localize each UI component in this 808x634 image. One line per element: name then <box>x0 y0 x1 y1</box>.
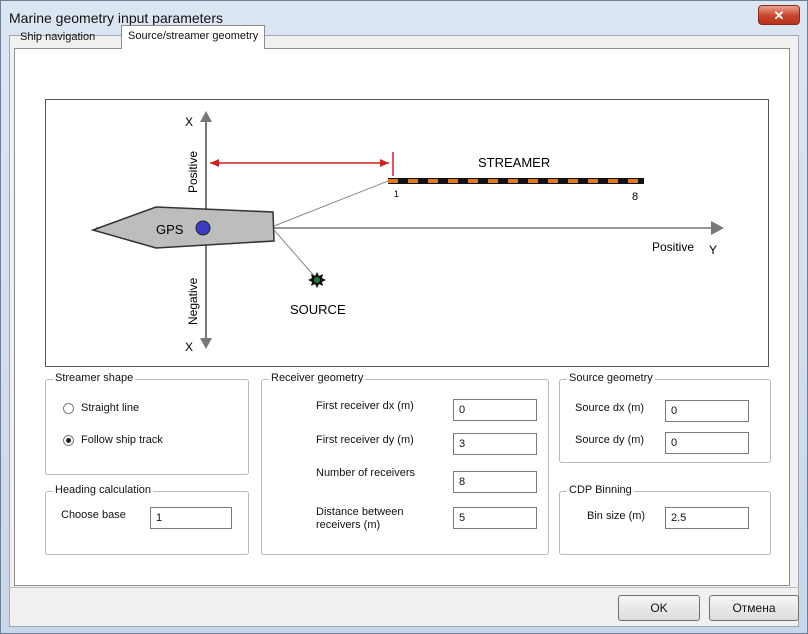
x-axis-up-arrow-icon <box>200 111 212 122</box>
bin-size-label: Bin size (m) <box>587 510 646 522</box>
streamer-first-receiver-label: 1 <box>394 189 399 199</box>
receiver-geometry-legend: Receiver geometry <box>269 372 366 384</box>
streamer-shape-group: Streamer shape <box>45 372 249 475</box>
x-axis-label-top: X <box>185 115 193 129</box>
distance-between-receivers-label: Distance between receivers (m) <box>316 506 404 531</box>
close-button[interactable]: ✕ <box>758 5 800 25</box>
y-positive-label: Positive <box>652 240 694 254</box>
cancel-button[interactable]: Отмена <box>709 595 799 621</box>
streamer-last-receiver-label: 8 <box>632 191 638 203</box>
ship-hull <box>90 206 275 249</box>
offset-right-arrow-icon <box>380 159 389 167</box>
choose-base-label: Choose base <box>61 509 126 521</box>
x-positive-label: Positive <box>186 151 200 193</box>
window-title: Marine geometry input parameters <box>9 10 223 26</box>
first-receiver-dx-label: First receiver dx (m) <box>316 400 414 412</box>
source-dy-label: Source dy (m) <box>575 434 645 446</box>
y-axis-label: Y <box>709 243 717 257</box>
source-dy-input[interactable]: 0 <box>665 432 749 454</box>
choose-base-input[interactable]: 1 <box>150 507 232 529</box>
tab-source-streamer-geometry[interactable]: Source/streamer geometry <box>121 25 266 49</box>
source-dx-label: Source dx (m) <box>575 402 645 414</box>
geometry-diagram: X X Positive Negative Positive Y GPS STR… <box>45 99 769 367</box>
close-icon: ✕ <box>773 8 785 23</box>
ok-button[interactable]: OK <box>618 595 700 621</box>
first-receiver-dy-label: First receiver dy (m) <box>316 434 414 446</box>
x-negative-label: Negative <box>186 277 200 325</box>
offset-left-arrow-icon <box>210 159 219 167</box>
source-tow-line <box>273 229 317 279</box>
follow-ship-track-label: Follow ship track <box>81 434 163 446</box>
bin-size-input[interactable]: 2.5 <box>665 507 749 529</box>
source-dx-input[interactable]: 0 <box>665 400 749 422</box>
first-receiver-dy-input[interactable]: 3 <box>453 433 537 455</box>
streamer-label: STREAMER <box>478 155 550 170</box>
distance-between-receivers-input[interactable]: 5 <box>453 507 537 529</box>
straight-line-radio[interactable] <box>63 403 74 414</box>
source-dot-icon <box>314 277 320 283</box>
straight-line-label: Straight line <box>81 402 140 414</box>
tab-label: Source/streamer geometry <box>128 30 259 42</box>
x-axis-label-bottom: X <box>185 340 193 354</box>
source-geometry-legend: Source geometry <box>567 372 655 384</box>
tab-label: Ship navigation <box>20 31 96 43</box>
gps-label: GPS <box>156 222 184 237</box>
number-of-receivers-label: Number of receivers <box>316 467 416 479</box>
dialog-window: Marine geometry input parameters ✕ Ship … <box>0 0 808 634</box>
source-label: SOURCE <box>290 302 346 317</box>
first-receiver-dx-input[interactable]: 0 <box>453 399 537 421</box>
button-bar-divider <box>9 587 799 588</box>
number-of-receivers-input[interactable]: 8 <box>453 471 537 493</box>
geometry-diagram-svg: X X Positive Negative Positive Y GPS STR… <box>90 111 724 354</box>
streamer-tow-line <box>273 180 389 227</box>
y-axis-arrow-icon <box>711 221 724 235</box>
tab-ship-navigation[interactable]: Ship navigation <box>14 27 101 49</box>
gps-dot-icon <box>195 220 211 236</box>
follow-ship-track-radio[interactable] <box>63 435 74 446</box>
x-axis-down-arrow-icon <box>200 338 212 349</box>
heading-calculation-legend: Heading calculation <box>53 484 154 496</box>
cdp-binning-legend: CDP Binning <box>567 484 634 496</box>
streamer-shape-legend: Streamer shape <box>53 372 136 384</box>
